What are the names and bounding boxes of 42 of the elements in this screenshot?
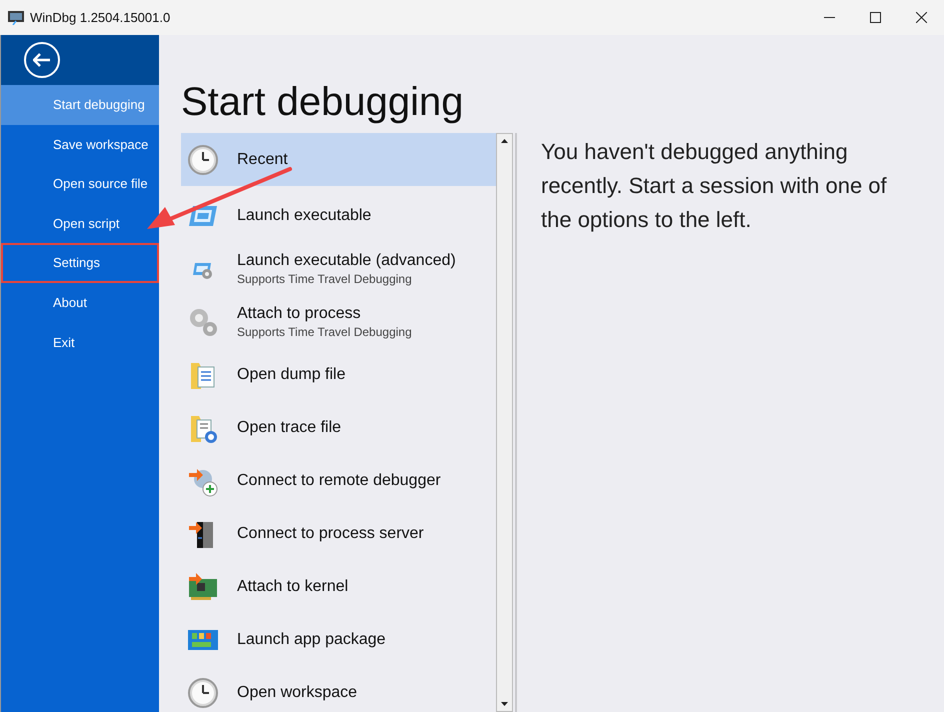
minimize-icon — [824, 16, 834, 18]
option-label: Launch executable (advanced) — [237, 250, 456, 270]
circuit-board-icon — [187, 570, 219, 602]
option-item[interactable]: Launch app package — [181, 613, 496, 666]
sidebar-item[interactable]: Save workspace — [1, 124, 159, 164]
option-item[interactable]: Attach to kernel — [181, 560, 496, 613]
empty-message: You haven't debugged anything recently. Start a session with one of the options to the left. — [541, 138, 888, 234]
option-label: Recent — [237, 150, 288, 170]
option-item[interactable]: Launch executable (advanced) Supports Time Travel Debugging — [181, 242, 496, 295]
option-label: Attach to process — [237, 304, 362, 324]
back-button[interactable] — [24, 42, 60, 78]
option-item[interactable]: Connect to remote debugger — [181, 454, 496, 507]
clock-icon — [187, 144, 219, 176]
sidebar-item[interactable]: Open source file — [1, 164, 159, 204]
close-icon — [916, 12, 926, 23]
option-item[interactable]: Open workspace — [181, 666, 496, 712]
option-label: Open workspace — [237, 682, 358, 702]
option-subtitle: Supports Time Travel Debugging — [237, 324, 412, 340]
sidebar-item[interactable]: Open script — [1, 204, 159, 244]
option-label: Launch executable — [237, 206, 372, 226]
option-label: Connect to process server — [237, 524, 424, 544]
option-item[interactable]: Connect to process server — [181, 507, 496, 560]
option-item[interactable]: Open dump file — [181, 348, 496, 401]
monitor-icon — [8, 10, 24, 24]
clock-icon — [187, 676, 219, 708]
option-item[interactable]: Recent — [181, 133, 496, 186]
option-label: Attach to kernel — [237, 576, 348, 596]
maximize-icon — [870, 12, 880, 23]
window-title: WinDbg 1.2504.15001.0 — [30, 8, 170, 27]
option-label: Launch app package — [237, 630, 386, 650]
sidebar-item[interactable]: Settings — [1, 243, 159, 283]
option-subtitle: Supports Time Travel Debugging — [237, 270, 413, 286]
back-arrow-icon — [33, 53, 51, 67]
option-item[interactable]: Attach to process Supports Time Travel Debugging — [181, 295, 496, 348]
option-label: Connect to remote debugger — [237, 470, 441, 490]
page-heading: Start debugging — [181, 79, 464, 126]
option-label: Open dump file — [237, 364, 346, 384]
sidebar-item[interactable]: Exit — [1, 322, 159, 362]
option-label: Open trace file — [237, 418, 342, 438]
sidebar-item[interactable]: About — [1, 282, 159, 323]
option-item[interactable]: Launch executable — [181, 189, 496, 242]
option-item[interactable]: Open trace file — [181, 401, 496, 454]
